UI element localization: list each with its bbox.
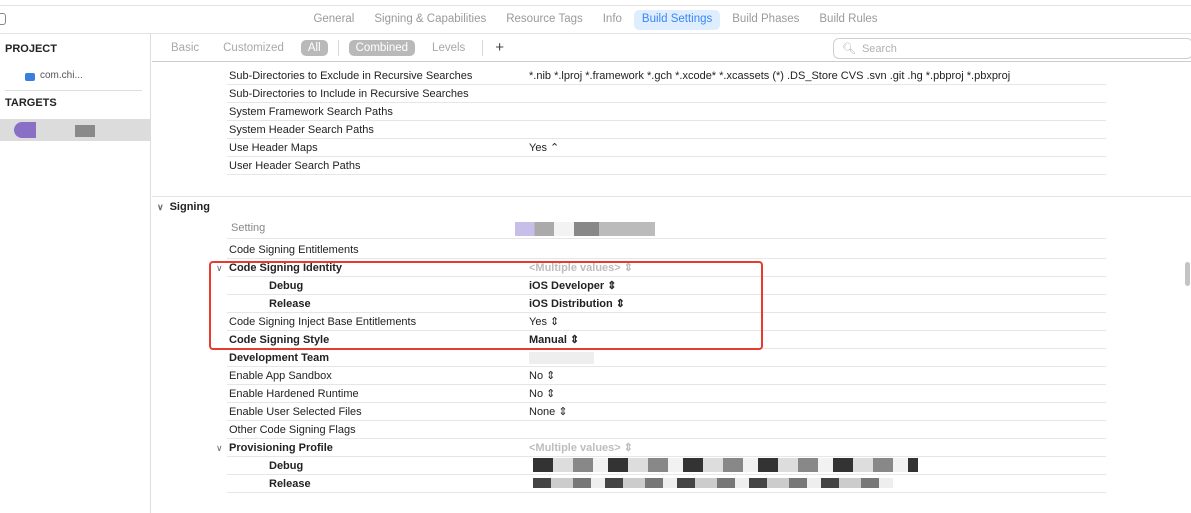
targets-header: TARGETS (5, 97, 57, 109)
tab-info[interactable]: Info (595, 10, 630, 30)
setting-name: Sub-Directories to Exclude in Recursive … (229, 70, 473, 82)
setting-name: Enable App Sandbox (229, 370, 332, 382)
tab-resource-tags[interactable]: Resource Tags (498, 10, 591, 30)
setting-name: Code Signing Entitlements (229, 244, 359, 256)
setting-row[interactable]: Enable User Selected Files None ⇕ (227, 403, 1106, 421)
setting-name: Other Code Signing Flags (229, 424, 356, 436)
setting-name: Enable User Selected Files (229, 406, 362, 418)
setting-name: Release (269, 478, 311, 490)
search-field[interactable]: 🔍︎ Search (833, 38, 1191, 59)
chevron-down-icon[interactable]: ∨ (216, 439, 223, 457)
setting-name: User Header Search Paths (229, 160, 361, 172)
divider (152, 196, 1191, 197)
setting-row[interactable]: Other Code Signing Flags (227, 421, 1106, 439)
divider (5, 90, 142, 91)
sidebar: PROJECT com.chi... TARGETS (0, 34, 151, 513)
setting-row[interactable]: ∨ Provisioning Profile <Multiple values> ⇕ (216, 439, 1106, 457)
tab-general[interactable]: General (305, 10, 362, 30)
setting-value[interactable]: No ⇕ (529, 385, 555, 403)
setting-name: Sub-Directories to Include in Recursive … (229, 88, 469, 100)
setting-column-header: Setting (231, 222, 266, 234)
filter-combined[interactable]: Combined (348, 39, 416, 56)
setting-row[interactable]: Use Header Maps Yes ⌃ (227, 139, 1106, 157)
add-setting-button[interactable]: + (495, 39, 504, 56)
divider (482, 39, 484, 56)
tab-build-phases[interactable]: Build Phases (724, 10, 807, 30)
sidebar-target-item[interactable] (0, 119, 151, 141)
sidebar-project-item[interactable]: com.chi... (0, 68, 151, 86)
setting-name: System Framework Search Paths (229, 106, 393, 118)
setting-row[interactable]: User Header Search Paths (227, 157, 1106, 175)
filter-levels[interactable]: Levels (425, 40, 472, 56)
redacted-team (529, 352, 594, 364)
setting-row[interactable]: Enable Hardened Runtime No ⇕ (227, 385, 1106, 403)
window-top-border (0, 5, 1191, 6)
setting-row[interactable]: Enable App Sandbox No ⇕ (227, 367, 1106, 385)
project-icon (25, 73, 35, 81)
filter-all[interactable]: All (300, 39, 328, 56)
setting-value[interactable]: No ⇕ (529, 367, 555, 385)
tab-build-rules[interactable]: Build Rules (811, 10, 885, 30)
project-header: PROJECT (5, 43, 57, 55)
highlight-annotation (209, 261, 763, 350)
redacted-profile-debug (533, 458, 918, 472)
filter-customized[interactable]: Customized (216, 40, 291, 56)
tab-signing-capabilities[interactable]: Signing & Capabilities (366, 10, 494, 30)
divider (337, 39, 339, 56)
setting-row[interactable]: Sub-Directories to Include in Recursive … (227, 85, 1106, 103)
setting-name: Enable Hardened Runtime (229, 388, 359, 400)
redacted-target-column (515, 222, 655, 236)
tab-build-settings[interactable]: Build Settings (633, 10, 721, 30)
project-name: com.chi... (40, 70, 83, 81)
setting-row[interactable]: System Framework Search Paths (227, 103, 1106, 121)
setting-value[interactable]: *.nib *.lproj *.framework *.gch *.xcode*… (529, 67, 1010, 85)
setting-row[interactable]: Development Team (227, 349, 1106, 367)
setting-row[interactable]: Sub-Directories to Exclude in Recursive … (227, 67, 1106, 85)
editor-tabs: General Signing & Capabilities Resource Ta… (0, 10, 1191, 30)
redacted-profile-release (533, 478, 893, 488)
setting-name: Provisioning Profile (229, 442, 333, 454)
chevron-down-icon: ∨ (157, 202, 164, 212)
setting-name: Development Team (229, 352, 330, 364)
search-icon: 🔍︎ (842, 43, 856, 55)
setting-name: System Header Search Paths (229, 124, 374, 136)
setting-row[interactable]: Code Signing Entitlements (227, 241, 1106, 259)
setting-row[interactable]: System Header Search Paths (227, 121, 1106, 139)
setting-name: Debug (269, 460, 304, 472)
signing-section-header[interactable]: ∨ Signing (157, 201, 210, 213)
setting-value[interactable]: Yes ⌃ (529, 139, 559, 157)
setting-value[interactable]: <Multiple values> ⇕ (529, 439, 633, 457)
section-title: Signing (169, 201, 210, 213)
vertical-scrollbar[interactable] (1185, 262, 1190, 286)
filter-basic[interactable]: Basic (164, 40, 206, 56)
target-icon (14, 122, 36, 138)
column-header-row: Setting (227, 219, 1106, 239)
search-placeholder: Search (861, 42, 897, 55)
redacted-target-name (75, 125, 95, 137)
setting-value[interactable]: None ⇕ (529, 403, 568, 421)
setting-name: Use Header Maps (229, 142, 318, 154)
